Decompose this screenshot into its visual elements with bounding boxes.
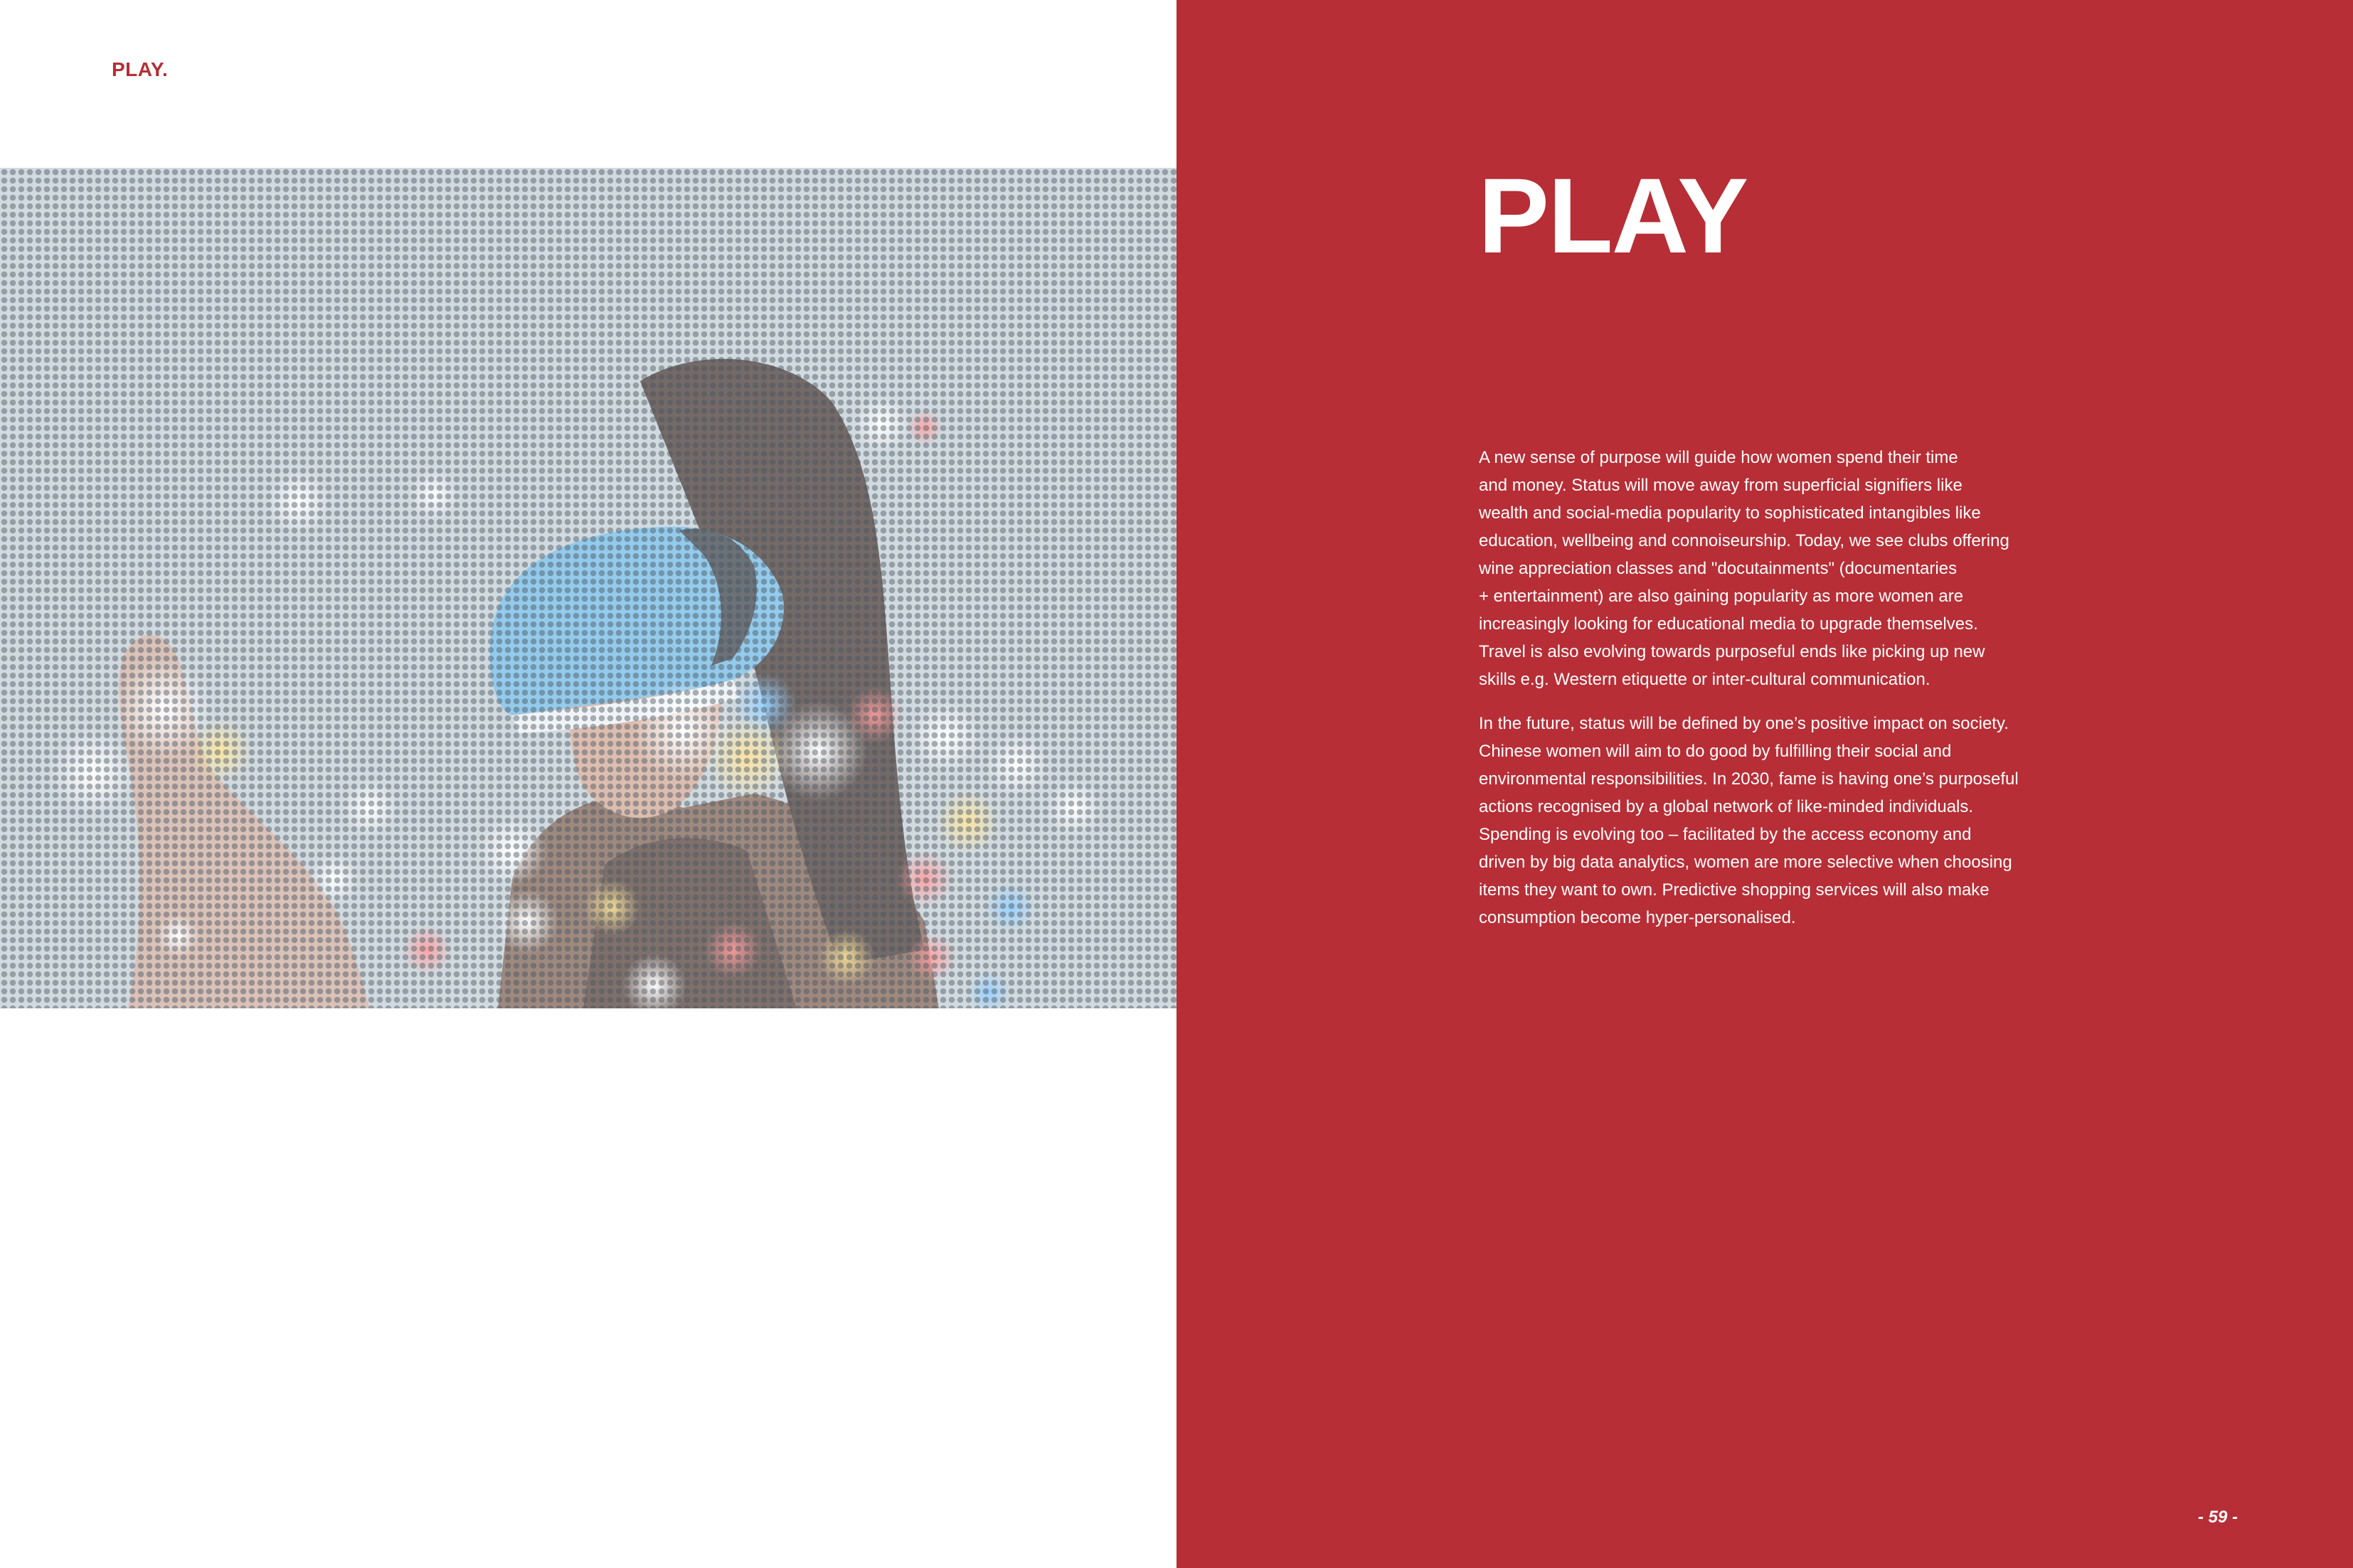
text-line: driven by big data analytics, women are … [1479,853,2012,872]
hero-image [0,168,1176,1008]
text-line: environmental responsibilities. In 2030,… [1479,769,2019,789]
page-number: - 59 - [2198,1508,2238,1527]
text-line: items they want to own. Predictive shopp… [1479,880,1990,900]
body-text: A new sense of purpose will guide how wo… [1479,444,2062,948]
text-line: Travel is also evolving towards purposef… [1479,642,1985,661]
paragraph-2: In the future, status will be defined by… [1479,710,2062,932]
page-title: PLAY [1478,156,1748,275]
text-line: Chinese women will aim to do good by ful… [1479,742,1952,761]
text-line: actions recognised by a global network o… [1479,797,1974,816]
text-line: In the future, status will be defined by… [1479,714,2009,733]
text-line: consumption become hyper-personalised. [1479,908,1796,927]
text-line: A new sense of purpose will guide how wo… [1479,448,1958,467]
feature-panel: PLAY A new sense of purpose will guide h… [1176,0,2353,1568]
text-line: wealth and social-media popularity to so… [1479,503,1981,523]
section-tag: PLAY. [112,58,169,80]
text-line: and money. Status will move away from su… [1479,476,1962,495]
text-line: education, wellbeing and connoiseurship.… [1479,531,2009,550]
left-page: PLAY. [0,0,1176,1568]
text-line: Spending is evolving too – facilitated b… [1479,825,1972,844]
text-line: + entertainment) are also gaining popula… [1479,587,1964,606]
text-line: skills e.g. Western etiquette or inter-c… [1479,670,1930,689]
text-line: increasingly looking for educational med… [1479,614,1978,634]
text-line: wine appreciation classes and "docutainm… [1479,559,1958,578]
paragraph-1: A new sense of purpose will guide how wo… [1479,444,2062,693]
